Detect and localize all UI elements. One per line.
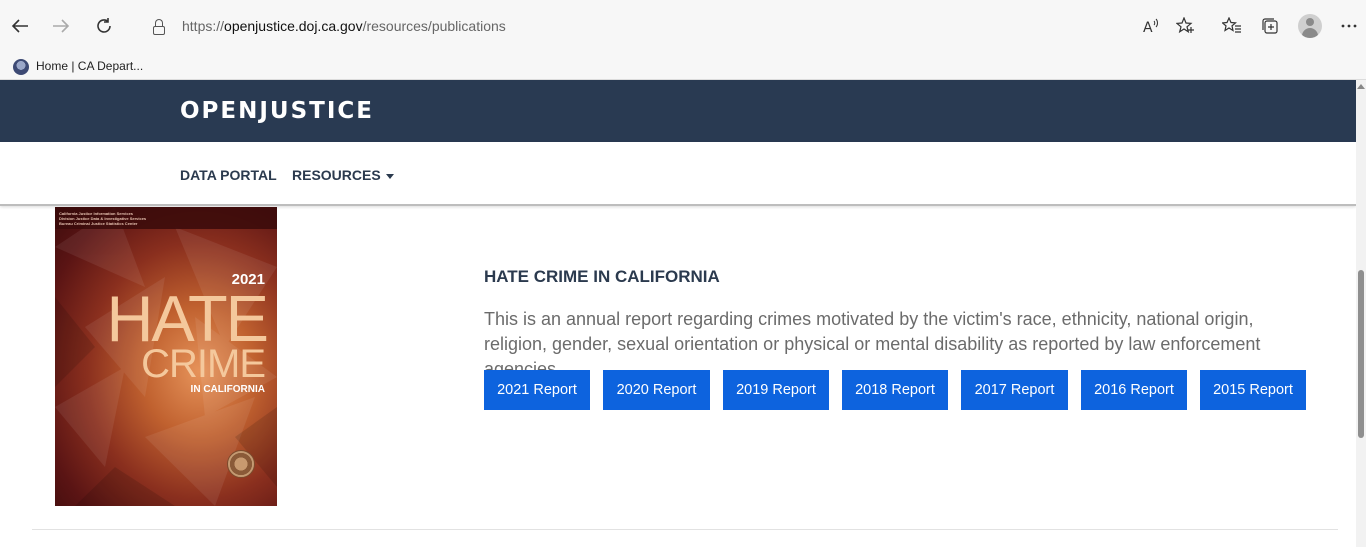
browser-chrome: https://openjustice.doj.ca.gov/resources… <box>0 0 1366 80</box>
lock-icon <box>152 19 166 35</box>
report-button-2016[interactable]: 2016 Report <box>1081 370 1187 410</box>
favorites-icon[interactable] <box>1220 14 1244 38</box>
profile-avatar-icon[interactable] <box>1298 14 1322 38</box>
report-button-2021[interactable]: 2021 Report <box>484 370 590 410</box>
read-aloud-icon[interactable]: A <box>1139 14 1163 38</box>
cover-header-text: California Justice Information Services … <box>59 211 147 226</box>
caret-down-icon <box>385 173 394 179</box>
collections-icon[interactable] <box>1258 14 1282 38</box>
section-divider <box>32 529 1338 530</box>
nav-resources-label: RESOURCES <box>292 167 381 183</box>
favorites-bar: Home | CA Depart... <box>0 54 1366 80</box>
url-text: https://openjustice.doj.ca.gov/resources… <box>182 18 506 34</box>
forward-arrow-icon[interactable] <box>49 14 73 38</box>
add-favorite-icon[interactable] <box>1174 14 1198 38</box>
nav-resources[interactable]: RESOURCES <box>292 167 394 183</box>
scroll-up-arrow-icon[interactable] <box>1357 84 1365 89</box>
report-cover-image[interactable]: California Justice Information Services … <box>55 207 277 506</box>
back-arrow-icon[interactable] <box>8 14 32 38</box>
ca-doj-seal-icon <box>227 450 255 478</box>
nav-data-portal[interactable]: DATA PORTAL <box>180 167 277 183</box>
scrollbar-thumb[interactable] <box>1358 270 1364 438</box>
favorite-item-home[interactable]: Home | CA Depart... <box>36 59 143 73</box>
site-header: OPENJUSTICE <box>0 80 1356 142</box>
report-button-2018[interactable]: 2018 Report <box>842 370 948 410</box>
cover-subtitle: IN CALIFORNIA <box>190 384 265 395</box>
cover-word-hate: HATE <box>106 282 269 355</box>
site-nav: DATA PORTAL RESOURCES <box>0 142 1356 206</box>
publication-title: HATE CRIME IN CALIFORNIA <box>484 267 720 286</box>
svg-text:A: A <box>1143 20 1153 34</box>
report-button-2017[interactable]: 2017 Report <box>961 370 1068 410</box>
page-scrollbar[interactable] <box>1356 80 1366 547</box>
refresh-icon[interactable] <box>92 14 116 38</box>
report-button-2019[interactable]: 2019 Report <box>723 370 829 410</box>
browser-toolbar: https://openjustice.doj.ca.gov/resources… <box>0 0 1366 54</box>
cover-word-crime: CRIME <box>141 342 266 386</box>
more-options-icon[interactable] <box>1337 14 1361 38</box>
report-button-2020[interactable]: 2020 Report <box>603 370 710 410</box>
ca-doj-favicon-icon <box>13 59 29 75</box>
report-button-2015[interactable]: 2015 Report <box>1200 370 1306 410</box>
openjustice-logo[interactable]: OPENJUSTICE <box>180 98 374 124</box>
